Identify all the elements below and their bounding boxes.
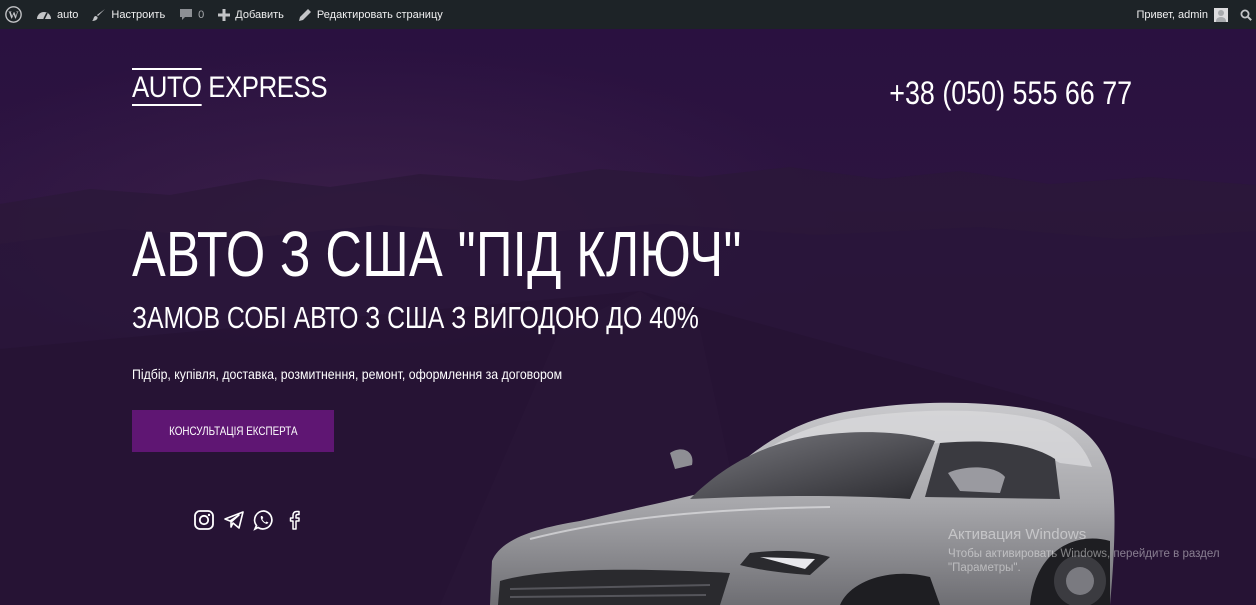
greeting-label: Привет, admin: [1136, 8, 1208, 21]
customize-label: Настроить: [111, 8, 166, 21]
customize-menu[interactable]: Настроить: [85, 0, 172, 29]
search-icon[interactable]: [1236, 0, 1256, 29]
adminbar-right: Привет, admin: [1129, 0, 1256, 29]
dashboard-icon: [37, 11, 51, 19]
whatsapp-icon[interactable]: [253, 509, 275, 531]
facebook-icon[interactable]: [283, 509, 305, 531]
site-logo[interactable]: AUTO EXPRESS: [132, 68, 328, 106]
hero-title: АВТО З США "ПІД КЛЮЧ": [132, 218, 742, 290]
phone-number[interactable]: +38 (050) 555 66 77: [889, 75, 1132, 112]
telegram-icon[interactable]: [223, 509, 245, 531]
hero-description: Підбір, купівля, доставка, розмитнення, …: [132, 366, 563, 382]
my-account-menu[interactable]: Привет, admin: [1129, 0, 1236, 29]
edit-page-menu[interactable]: Редактировать страницу: [291, 0, 450, 29]
edit-page-label: Редактировать страницу: [316, 8, 443, 21]
watermark-text: Чтобы активировать Windows, перейдите в …: [948, 548, 1220, 560]
avatar: [1214, 7, 1228, 22]
svg-text:W: W: [8, 10, 19, 21]
wordpress-logo-icon[interactable]: W: [0, 0, 29, 29]
comments-menu[interactable]: 0: [172, 0, 211, 29]
watermark-title: Активация Windows: [948, 526, 1087, 543]
logo-text-auto: AUTO: [132, 68, 202, 106]
social-links: [193, 509, 305, 531]
new-content-menu[interactable]: Добавить: [211, 0, 291, 29]
comments-count: 0: [198, 8, 205, 21]
wp-admin-bar: W auto Настроить 0 Добавить Редактироват…: [0, 0, 1256, 29]
hero-section: AUTO EXPRESS +38 (050) 555 66 77 АВТО З …: [0, 29, 1256, 605]
new-label: Добавить: [235, 8, 284, 21]
watermark-text-2: "Параметры".: [948, 562, 1021, 574]
logo-text-express: EXPRESS: [208, 71, 328, 104]
expert-consultation-button[interactable]: КОНСУЛЬТАЦІЯ ЕКСПЕРТА: [132, 410, 334, 452]
site-name-menu[interactable]: auto: [29, 0, 85, 29]
plus-icon: [218, 8, 231, 21]
site-name-label: auto: [57, 8, 79, 21]
expert-consultation-label: КОНСУЛЬТАЦІЯ ЕКСПЕРТА: [168, 424, 298, 438]
brush-icon: [92, 8, 106, 21]
pencil-icon: [298, 8, 311, 21]
hero-subtitle: ЗАМОВ СОБІ АВТО З США З ВИГОДОЮ ДО 40%: [132, 300, 699, 335]
instagram-icon[interactable]: [193, 509, 215, 531]
comment-icon: [180, 8, 193, 20]
windows-activation-watermark: Активация Windows Чтобы активировать Win…: [948, 526, 1220, 574]
